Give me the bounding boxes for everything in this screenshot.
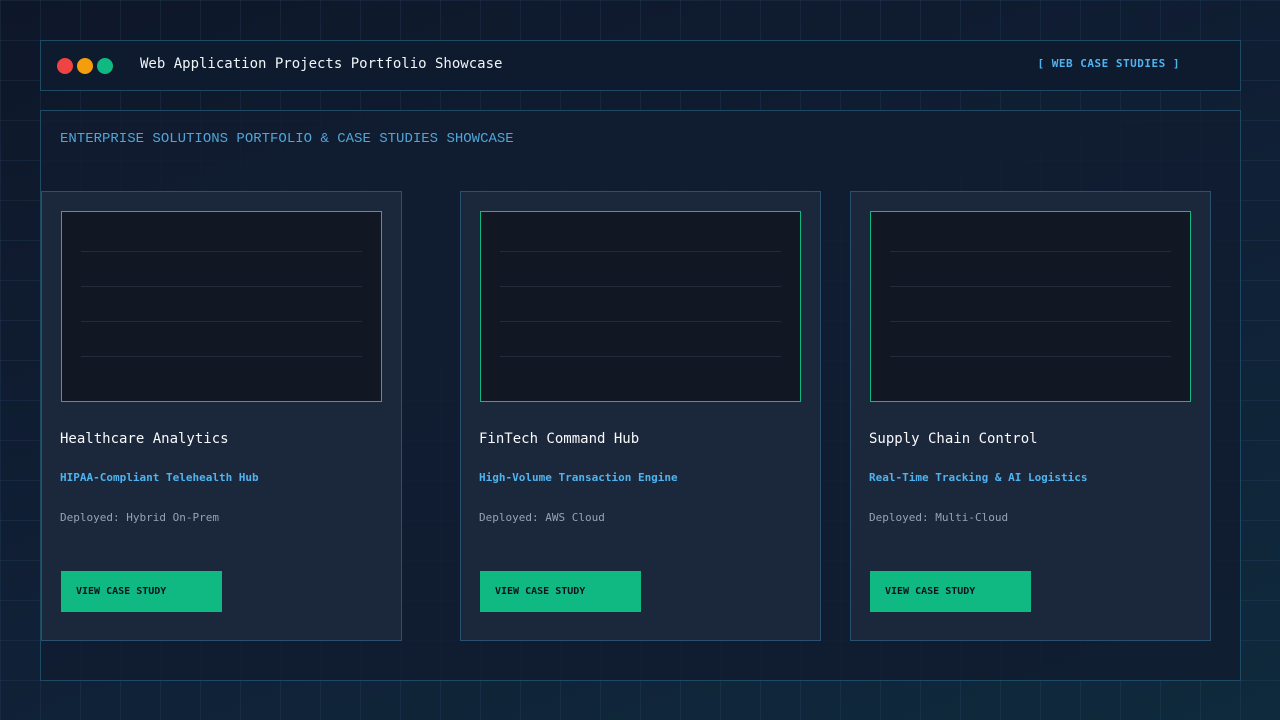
preview-line [500,286,781,287]
close-window-dot[interactable] [57,58,73,74]
window-titlebar: Web Application Projects Portfolio Showc… [40,40,1241,91]
project-card-supply-chain: Supply Chain Control Real-Time Tracking … [850,191,1211,641]
project-title: Healthcare Analytics [60,431,229,447]
preview-line [500,356,781,357]
view-case-study-button[interactable]: VIEW CASE STUDY [480,571,641,612]
app-title: Web Application Projects Portfolio Showc… [140,56,503,72]
project-deployment: Deployed: Multi-Cloud [869,511,1009,524]
project-subtitle: Real-Time Tracking & AI Logistics [869,471,1088,484]
preview-line [81,321,362,322]
preview-line [81,251,362,252]
minimize-window-dot[interactable] [77,58,93,74]
preview-line [890,286,1171,287]
preview-line [890,356,1171,357]
preview-line [500,321,781,322]
project-deployment: Deployed: AWS Cloud [479,511,605,524]
project-title: Supply Chain Control [869,431,1038,447]
section-tag: [ WEB CASE STUDIES ] [1037,57,1180,70]
view-case-study-button[interactable]: VIEW CASE STUDY [61,571,222,612]
view-case-study-button[interactable]: VIEW CASE STUDY [870,571,1031,612]
maximize-window-dot[interactable] [97,58,113,74]
portfolio-panel: ENTERPRISE SOLUTIONS PORTFOLIO & CASE ST… [40,110,1241,681]
panel-heading: ENTERPRISE SOLUTIONS PORTFOLIO & CASE ST… [60,131,514,147]
project-subtitle: HIPAA-Compliant Telehealth Hub [60,471,259,484]
project-preview-placeholder [480,211,801,402]
project-deployment: Deployed: Hybrid On-Prem [60,511,219,524]
preview-line [500,251,781,252]
preview-line [890,251,1171,252]
project-card-fintech: FinTech Command Hub High-Volume Transact… [460,191,821,641]
preview-line [890,321,1171,322]
project-subtitle: High-Volume Transaction Engine [479,471,678,484]
preview-line [81,356,362,357]
preview-line [81,286,362,287]
project-preview-placeholder [870,211,1191,402]
project-card-healthcare: Healthcare Analytics HIPAA-Compliant Tel… [41,191,402,641]
project-preview-placeholder [61,211,382,402]
project-title: FinTech Command Hub [479,431,640,447]
